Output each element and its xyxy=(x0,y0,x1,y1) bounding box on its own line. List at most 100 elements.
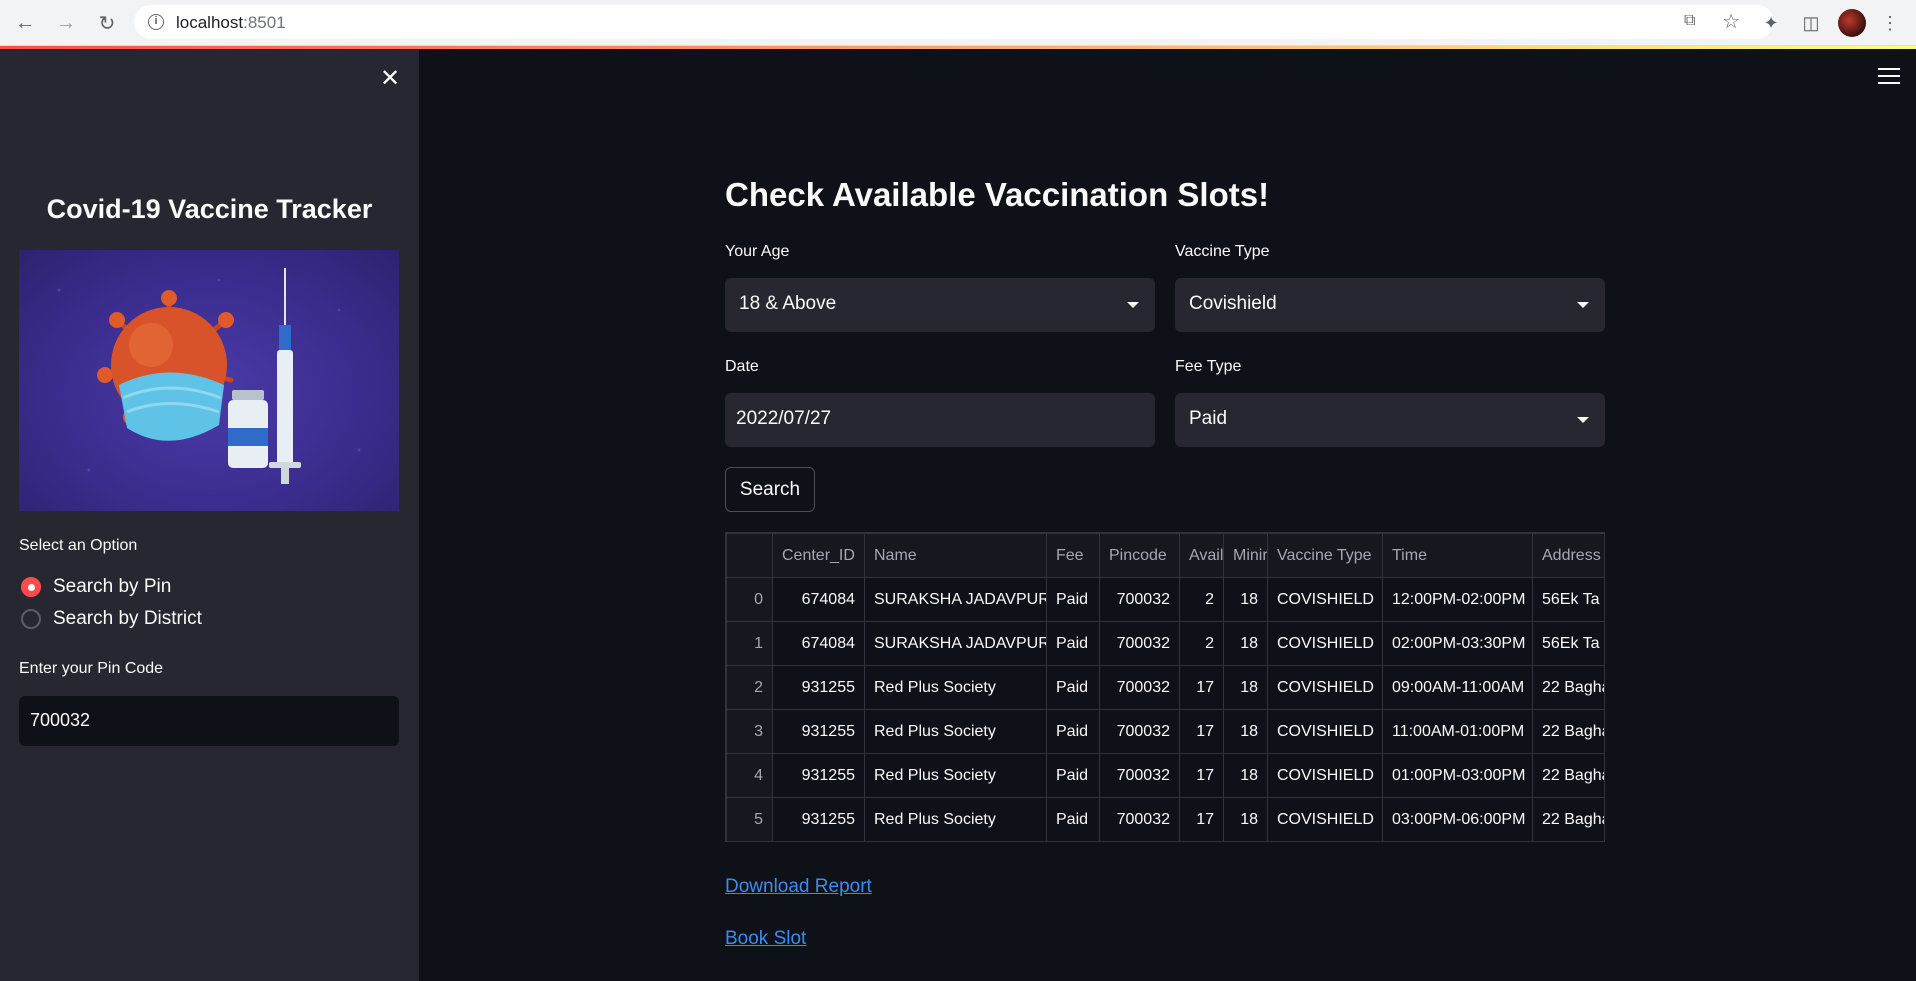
table-cell[interactable]: 700032 xyxy=(1099,753,1180,798)
download-report-link[interactable]: Download Report xyxy=(725,876,872,898)
table-cell[interactable]: Paid xyxy=(1046,577,1100,622)
table-cell[interactable]: Paid xyxy=(1046,709,1100,754)
back-icon[interactable]: ← xyxy=(10,8,40,38)
radio-search-by-district[interactable]: Search by District xyxy=(21,608,202,630)
age-select[interactable]: 18 & Above xyxy=(725,278,1155,332)
app-menu-icon[interactable] xyxy=(1878,68,1900,86)
radio-unselected-icon[interactable] xyxy=(21,609,41,629)
table-cell[interactable]: 700032 xyxy=(1099,709,1180,754)
table-row[interactable]: 5 931255 Red Plus Society Paid 700032 17 18 COV… xyxy=(726,797,1604,841)
extensions-icon[interactable]: ✦ xyxy=(1757,9,1785,37)
side-panel-icon[interactable]: ◫ xyxy=(1797,9,1825,37)
forward-icon[interactable]: → xyxy=(51,8,81,38)
table-cell[interactable]: COVISHIELD xyxy=(1267,577,1383,622)
table-cell[interactable]: 56Ek Ta xyxy=(1532,577,1604,622)
table-cell[interactable]: 22 Bagha xyxy=(1532,665,1604,710)
table-row[interactable]: 3 931255 Red Plus Society Paid 700032 17 18 COV… xyxy=(726,709,1604,754)
row-index[interactable]: 1 xyxy=(726,621,773,666)
address-bar[interactable]: i localhost:8501 ⧉ ☆ xyxy=(134,5,1774,39)
table-cell[interactable]: 01:00PM-03:00PM xyxy=(1382,753,1533,798)
radio-selected-icon[interactable] xyxy=(21,577,41,597)
search-button[interactable]: Search xyxy=(725,467,815,512)
table-cell[interactable]: 18 xyxy=(1223,753,1268,798)
column-header[interactable]: Fee xyxy=(1046,533,1100,578)
column-header[interactable]: Address xyxy=(1532,533,1604,578)
table-cell[interactable]: COVISHIELD xyxy=(1267,797,1383,841)
row-index[interactable]: 4 xyxy=(726,753,773,798)
table-cell[interactable]: Paid xyxy=(1046,797,1100,841)
table-cell[interactable]: 17 xyxy=(1179,665,1224,710)
table-cell[interactable]: 931255 xyxy=(772,709,865,754)
table-cell[interactable]: COVISHIELD xyxy=(1267,621,1383,666)
profile-avatar[interactable] xyxy=(1838,9,1866,37)
table-cell[interactable]: 02:00PM-03:30PM xyxy=(1382,621,1533,666)
table-cell[interactable]: 700032 xyxy=(1099,621,1180,666)
table-cell[interactable]: 18 xyxy=(1223,577,1268,622)
table-cell[interactable]: 700032 xyxy=(1099,577,1180,622)
table-cell[interactable]: 674084 xyxy=(772,577,865,622)
table-cell[interactable]: 17 xyxy=(1179,753,1224,798)
table-row[interactable]: 1 674084 SURAKSHA JADAVPUR Paid 700032 2 18 COV… xyxy=(726,621,1604,666)
table-cell[interactable]: Red Plus Society xyxy=(864,797,1047,841)
table-cell[interactable]: 2 xyxy=(1179,577,1224,622)
table-cell[interactable]: 09:00AM-11:00AM xyxy=(1382,665,1533,710)
vaccine-type-select[interactable]: Covishield xyxy=(1175,278,1605,332)
column-header[interactable] xyxy=(726,533,773,578)
column-header[interactable]: Name xyxy=(864,533,1047,578)
table-cell[interactable]: 2 xyxy=(1179,621,1224,666)
table-row[interactable]: 2 931255 Red Plus Society Paid 700032 17 18 COV… xyxy=(726,665,1604,710)
table-cell[interactable]: SURAKSHA JADAVPUR xyxy=(864,621,1047,666)
table-cell[interactable]: 12:00PM-02:00PM xyxy=(1382,577,1533,622)
site-info-icon[interactable]: i xyxy=(148,14,164,30)
fee-type-select[interactable]: Paid xyxy=(1175,393,1605,447)
table-cell[interactable]: 22 Bagha xyxy=(1532,797,1604,841)
slots-table[interactable]: Center_ID Name Fee Pincode Avail Minir V… xyxy=(725,532,1605,842)
table-cell[interactable]: 931255 xyxy=(772,753,865,798)
table-cell[interactable]: 03:00PM-06:00PM xyxy=(1382,797,1533,841)
row-index[interactable]: 2 xyxy=(726,665,773,710)
radio-search-by-pin[interactable]: Search by Pin xyxy=(21,576,171,598)
table-cell[interactable]: 18 xyxy=(1223,797,1268,841)
close-icon[interactable]: ✕ xyxy=(378,67,402,91)
browser-menu-icon[interactable]: ⋮ xyxy=(1876,9,1904,37)
row-index[interactable]: 5 xyxy=(726,797,773,841)
table-cell[interactable]: COVISHIELD xyxy=(1267,709,1383,754)
column-header[interactable]: Time xyxy=(1382,533,1533,578)
table-cell[interactable]: SURAKSHA JADAVPUR xyxy=(864,577,1047,622)
bookmark-star-icon[interactable]: ☆ xyxy=(1722,9,1740,34)
column-header[interactable]: Minir xyxy=(1223,533,1268,578)
table-cell[interactable]: 700032 xyxy=(1099,797,1180,841)
share-icon[interactable]: ⧉ xyxy=(1684,12,1704,32)
pin-code-input[interactable]: 700032 xyxy=(19,696,399,746)
table-cell[interactable]: 18 xyxy=(1223,709,1268,754)
column-header[interactable]: Avail xyxy=(1179,533,1224,578)
table-cell[interactable]: COVISHIELD xyxy=(1267,665,1383,710)
table-cell[interactable]: Red Plus Society xyxy=(864,753,1047,798)
table-cell[interactable]: Red Plus Society xyxy=(864,709,1047,754)
table-cell[interactable]: 17 xyxy=(1179,709,1224,754)
table-cell[interactable]: 22 Bagha xyxy=(1532,709,1604,754)
column-header[interactable]: Center_ID xyxy=(772,533,865,578)
row-index[interactable]: 0 xyxy=(726,577,773,622)
date-input[interactable]: 2022/07/27 xyxy=(725,393,1155,447)
book-slot-link[interactable]: Book Slot xyxy=(725,928,806,950)
table-cell[interactable]: 11:00AM-01:00PM xyxy=(1382,709,1533,754)
table-cell[interactable]: Paid xyxy=(1046,753,1100,798)
column-header[interactable]: Pincode xyxy=(1099,533,1180,578)
table-cell[interactable]: 674084 xyxy=(772,621,865,666)
table-cell[interactable]: 931255 xyxy=(772,797,865,841)
table-row[interactable]: 0 674084 SURAKSHA JADAVPUR Paid 700032 2 18 COV… xyxy=(726,577,1604,622)
table-cell[interactable]: 931255 xyxy=(772,665,865,710)
reload-icon[interactable]: ↻ xyxy=(92,8,122,38)
table-cell[interactable]: 18 xyxy=(1223,665,1268,710)
table-cell[interactable]: 22 Bagha xyxy=(1532,753,1604,798)
table-cell[interactable]: 18 xyxy=(1223,621,1268,666)
table-cell[interactable]: 17 xyxy=(1179,797,1224,841)
table-cell[interactable]: 700032 xyxy=(1099,665,1180,710)
table-cell[interactable]: Paid xyxy=(1046,621,1100,666)
table-cell[interactable]: Red Plus Society xyxy=(864,665,1047,710)
table-cell[interactable]: Paid xyxy=(1046,665,1100,710)
table-cell[interactable]: COVISHIELD xyxy=(1267,753,1383,798)
table-row[interactable]: 4 931255 Red Plus Society Paid 700032 17 18 COV… xyxy=(726,753,1604,798)
table-cell[interactable]: 56Ek Ta xyxy=(1532,621,1604,666)
